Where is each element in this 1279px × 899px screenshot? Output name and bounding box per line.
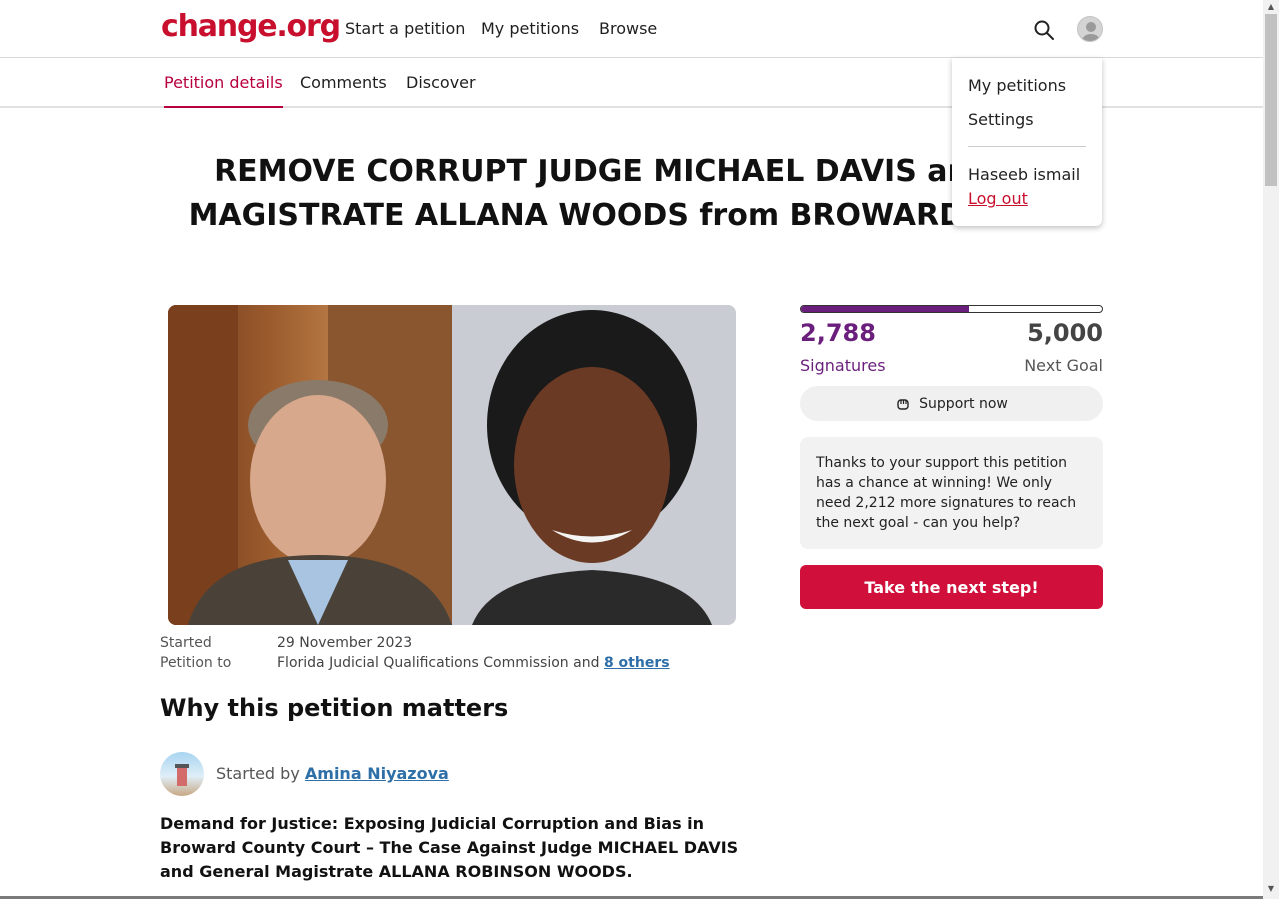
next-goal-label: Next Goal: [1024, 356, 1103, 375]
dropdown-divider: [968, 146, 1086, 147]
started-by: Started by Amina Niyazova: [216, 764, 449, 783]
signatures-label: Signatures: [800, 356, 886, 375]
tab-petition-details[interactable]: Petition details: [164, 73, 283, 108]
signature-count: 2,788: [800, 319, 876, 347]
goal-count: 5,000: [1027, 319, 1103, 347]
starter-name-link[interactable]: Amina Niyazova: [305, 764, 449, 783]
petition-to-others-link[interactable]: 8 others: [604, 655, 670, 671]
user-avatar-icon[interactable]: [1077, 16, 1103, 42]
tab-comments[interactable]: Comments: [300, 73, 387, 108]
scroll-down-arrow-icon[interactable]: ▼: [1266, 885, 1276, 893]
petition-image-right-photo: [452, 305, 736, 625]
nav-start-petition[interactable]: Start a petition: [345, 19, 465, 38]
change-org-logo[interactable]: change.org: [161, 9, 341, 44]
started-label: Started: [160, 635, 212, 651]
dropdown-my-petitions[interactable]: My petitions: [968, 76, 1066, 95]
petition-image-left-photo: [168, 305, 452, 625]
page: { "brand": { "logo": "change.org", "acce…: [0, 0, 1279, 899]
search-icon[interactable]: [1033, 19, 1055, 41]
started-by-prefix: Started by: [216, 764, 300, 783]
petition-to-value: Florida Judicial Qualifications Commissi…: [277, 655, 670, 671]
scrollbar-thumb[interactable]: [1265, 14, 1277, 186]
petition-body-text: Demand for Justice: Exposing Judicial Co…: [160, 814, 739, 881]
signature-progress-bar: [800, 305, 1103, 313]
scroll-up-arrow-icon[interactable]: ▲: [1266, 3, 1276, 11]
take-next-step-button[interactable]: Take the next step!: [800, 565, 1103, 609]
why-heading: Why this petition matters: [160, 694, 509, 722]
dropdown-settings[interactable]: Settings: [968, 110, 1034, 129]
started-date: 29 November 2023: [277, 635, 413, 651]
nav-my-petitions[interactable]: My petitions: [481, 19, 579, 38]
support-now-button[interactable]: Support now: [800, 386, 1103, 421]
petition-image: [168, 305, 736, 625]
petition-to-label: Petition to: [160, 655, 232, 671]
dropdown-logout-link[interactable]: Log out: [968, 189, 1028, 208]
support-info-box: Thanks to your support this petition has…: [800, 437, 1103, 549]
user-dropdown-menu: My petitions Settings Haseeb ismail Log …: [952, 58, 1102, 226]
top-navbar: change.org Start a petition My petitions…: [0, 0, 1263, 58]
petition-to-target: Florida Judicial Qualifications Commissi…: [277, 655, 600, 671]
nav-browse[interactable]: Browse: [599, 19, 657, 38]
signature-progress-fill: [801, 306, 969, 312]
tab-discover[interactable]: Discover: [406, 73, 476, 108]
dropdown-user-name: Haseeb ismail: [968, 165, 1081, 184]
support-now-label: Support now: [919, 395, 1008, 412]
raised-fist-icon: [897, 398, 909, 410]
starter-avatar[interactable]: [160, 752, 204, 796]
